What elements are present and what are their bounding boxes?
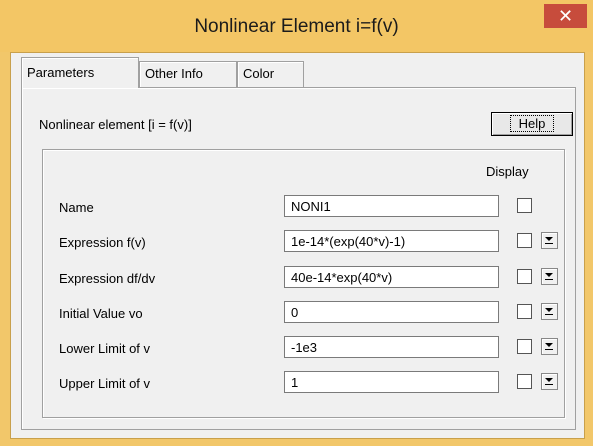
tab-parameters[interactable]: Parameters [21,57,139,88]
expression-fv-label: Expression f(v) [59,235,146,250]
lower-limit-display-checkbox[interactable] [517,339,532,354]
expression-dfdv-field[interactable]: 40e-14*exp(40*v) [284,266,499,288]
dropdown-arrow-icon [545,343,553,350]
expression-dfdv-label: Expression df/dv [59,271,156,286]
upper-limit-label: Upper Limit of v [59,376,151,391]
initial-value-field[interactable]: 0 [284,301,499,323]
name-label: Name [59,200,94,215]
lower-limit-field[interactable]: -1e3 [284,336,499,358]
expression-dfdv-display-checkbox[interactable] [517,269,532,284]
title-bar[interactable]: Nonlinear Element i=f(v) ✕ [0,0,593,52]
parameters-group: Display Name NONI1 Expression f(v) 1e-14… [42,149,565,418]
initial-value-display-checkbox[interactable] [517,304,532,319]
help-button[interactable]: Help [491,112,573,136]
dialog-client: Parameters Other Info Color Nonlinear el… [10,52,585,439]
dropdown-arrow-icon [545,237,553,244]
name-display-checkbox[interactable] [517,198,532,213]
dropdown-arrow-icon [545,273,553,280]
expression-fv-field[interactable]: 1e-14*(exp(40*v)-1) [284,230,499,252]
initial-value-label: Initial Value vo [59,306,143,321]
name-field[interactable]: NONI1 [284,195,499,217]
lower-limit-dropdown-button[interactable] [541,338,558,355]
expression-dfdv-dropdown-button[interactable] [541,268,558,285]
panel-header: Nonlinear element [i = f(v)] [39,117,192,132]
upper-limit-display-checkbox[interactable] [517,374,532,389]
upper-limit-field[interactable]: 1 [284,371,499,393]
dropdown-arrow-icon [545,378,553,385]
lower-limit-label: Lower Limit of v [59,341,151,356]
display-column-header: Display [486,164,529,179]
dialog-window: Nonlinear Element i=f(v) ✕ Parameters Ot… [0,0,593,446]
tab-color[interactable]: Color [237,61,304,87]
dropdown-arrow-icon [545,308,553,315]
parameters-panel: Nonlinear element [i = f(v)] Help Displa… [21,87,576,430]
close-icon: ✕ [557,6,574,26]
upper-limit-dropdown-button[interactable] [541,373,558,390]
close-button[interactable]: ✕ [544,4,587,28]
window-title: Nonlinear Element i=f(v) [194,16,399,37]
initial-value-dropdown-button[interactable] [541,303,558,320]
tab-other-info[interactable]: Other Info [139,61,237,87]
help-button-label: Help [509,115,555,132]
expression-fv-dropdown-button[interactable] [541,232,558,249]
expression-fv-display-checkbox[interactable] [517,233,532,248]
